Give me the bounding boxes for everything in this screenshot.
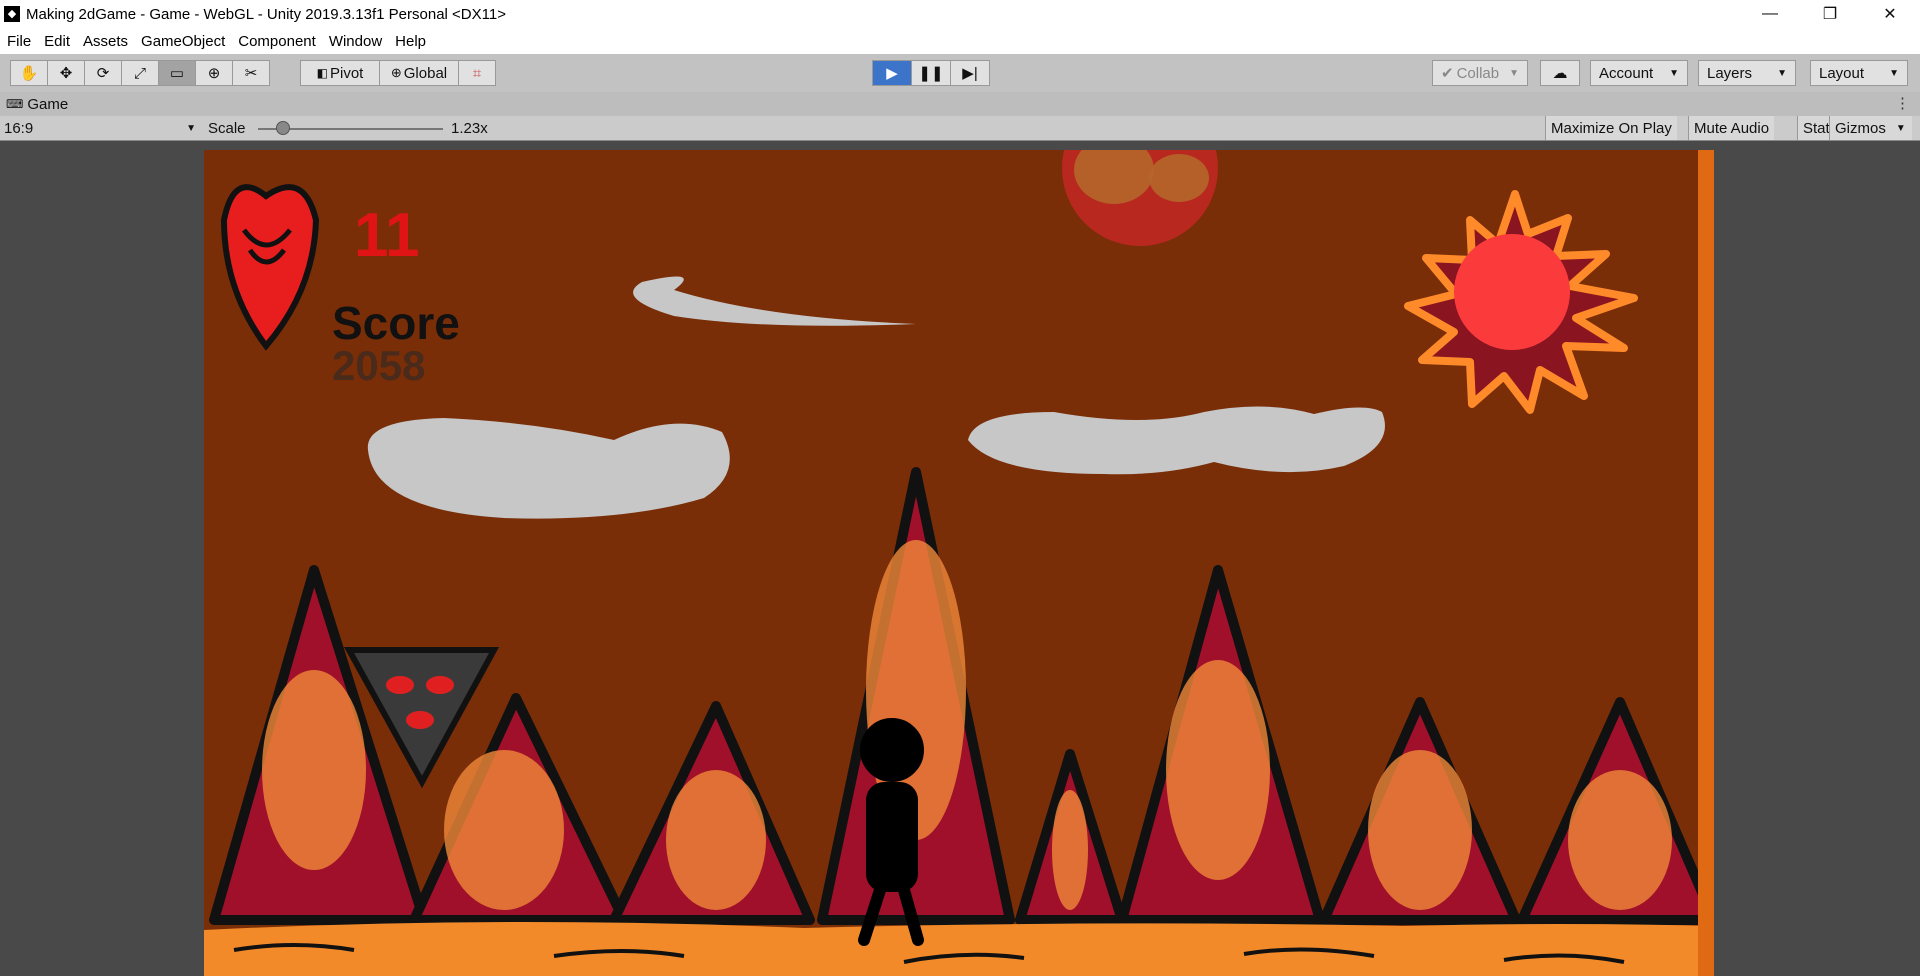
- account-label: Account: [1599, 64, 1654, 82]
- menu-file[interactable]: File: [0, 33, 37, 50]
- rotate-icon[interactable]: ⟳: [84, 60, 122, 86]
- scale-value: 1.23x: [451, 119, 488, 137]
- chevron-down-icon: ▼: [1669, 67, 1679, 79]
- layout-dropdown[interactable]: Layout ▼: [1810, 60, 1908, 86]
- aspect-dropdown[interactable]: 16:9 ▼: [4, 116, 196, 140]
- gizmos-button[interactable]: Gizmos ▼: [1829, 116, 1912, 140]
- playback-controls: ▶ ❚❚ ▶|: [872, 60, 990, 86]
- gamepad-icon: ⌨: [6, 97, 24, 111]
- play-button[interactable]: ▶: [872, 60, 912, 86]
- pivot-toggles: ◧ Pivot ⊕ Global ⌗: [300, 60, 496, 86]
- cloud-icon: ☁: [1552, 65, 1568, 82]
- planet-sprite: [1062, 150, 1218, 246]
- step-icon: ▶|: [962, 65, 978, 82]
- window-title: Making 2dGame - Game - WebGL - Unity 201…: [26, 5, 506, 23]
- minimize-icon[interactable]: —: [1740, 0, 1800, 28]
- menu-gameobject[interactable]: GameObject: [134, 33, 231, 50]
- transform-icon[interactable]: ⊕: [195, 60, 233, 86]
- menu-help[interactable]: Help: [388, 33, 432, 50]
- step-button[interactable]: ▶|: [950, 60, 990, 86]
- ground-sprite: [204, 921, 1714, 976]
- pause-icon: ❚❚: [918, 65, 944, 82]
- chevron-down-icon: ▼: [1889, 67, 1899, 79]
- pivot-label: Pivot: [329, 64, 364, 82]
- lives-counter: 11: [354, 201, 420, 270]
- cloud-button[interactable]: ☁: [1540, 60, 1580, 86]
- window-controls: — ❐ ✕: [1740, 0, 1920, 28]
- layers-label: Layers: [1707, 64, 1753, 82]
- chevron-down-icon: ▼: [186, 122, 196, 134]
- chevron-down-icon: ▼: [1895, 122, 1906, 134]
- play-icon: ▶: [886, 65, 898, 82]
- unity-icon: ◆: [4, 6, 20, 22]
- game-view-toolbar: 16:9 ▼ Scale 1.23x Maximize On Play Mute…: [0, 116, 1920, 141]
- close-icon[interactable]: ✕: [1860, 0, 1920, 28]
- sun-sprite: [1404, 190, 1638, 414]
- panel-menu-icon[interactable]: ⋮: [1895, 94, 1910, 112]
- chevron-down-icon: ▼: [1509, 67, 1519, 79]
- move-icon[interactable]: ✥: [47, 60, 85, 86]
- collab-dropdown[interactable]: ✔ Collab ▼: [1432, 60, 1528, 86]
- restore-icon[interactable]: ❐: [1800, 0, 1860, 28]
- maximize-on-play-button[interactable]: Maximize On Play: [1545, 116, 1677, 140]
- heart-icon: [220, 184, 320, 351]
- rect-icon[interactable]: ▭: [158, 60, 196, 86]
- viewport-edge: [1698, 150, 1714, 976]
- menu-assets[interactable]: Assets: [76, 33, 134, 50]
- global-label: Global: [403, 64, 448, 82]
- global-button[interactable]: ⊕ Global: [379, 60, 459, 86]
- menu-window[interactable]: Window: [322, 33, 388, 50]
- pivot-button[interactable]: ◧ Pivot: [300, 60, 380, 86]
- menu-edit[interactable]: Edit: [37, 33, 76, 50]
- mute-audio-button[interactable]: Mute Audio: [1688, 116, 1775, 140]
- scale-label: Scale: [208, 119, 246, 137]
- layers-dropdown[interactable]: Layers ▼: [1698, 60, 1796, 86]
- transform-tools: ✋ ✥ ⟳ ⤢ ▭ ⊕ ✂: [10, 60, 270, 86]
- aspect-label: 16:9: [4, 119, 34, 137]
- score-value: 2058: [332, 342, 426, 389]
- menu-bar: File Edit Assets GameObject Component Wi…: [0, 28, 1920, 54]
- layout-label: Layout: [1819, 64, 1865, 82]
- scale-icon[interactable]: ⤢: [121, 60, 159, 86]
- custom-tool-icon[interactable]: ✂: [232, 60, 270, 86]
- panel-tab-bar: ⌨ Game ⋮: [0, 92, 1920, 117]
- gizmos-label: Gizmos: [1835, 119, 1886, 137]
- hand-icon[interactable]: ✋: [10, 60, 48, 86]
- title-bar: ◆ Making 2dGame - Game - WebGL - Unity 2…: [0, 0, 1920, 28]
- check-icon: ✔: [1441, 65, 1454, 82]
- game-scene: [204, 150, 1714, 976]
- cloud-sprites: [367, 276, 1385, 519]
- tab-game-label: Game: [27, 95, 69, 113]
- account-dropdown[interactable]: Account ▼: [1590, 60, 1688, 86]
- game-viewport[interactable]: 11 Score 2058: [204, 150, 1714, 976]
- pivot-icon: ◧: [316, 66, 328, 80]
- tab-game[interactable]: ⌨ Game: [6, 93, 68, 115]
- pause-button[interactable]: ❚❚: [911, 60, 951, 86]
- scale-slider-thumb[interactable]: [276, 121, 290, 135]
- globe-icon: ⊕: [390, 65, 402, 80]
- toolbar: ✋ ✥ ⟳ ⤢ ▭ ⊕ ✂ ◧ Pivot ⊕ Global ⌗ ▶ ❚❚ ▶|…: [0, 54, 1920, 92]
- grid-snap-icon[interactable]: ⌗: [458, 60, 496, 86]
- chevron-down-icon: ▼: [1777, 67, 1787, 79]
- collab-label: Collab: [1456, 64, 1500, 82]
- menu-component[interactable]: Component: [231, 33, 322, 50]
